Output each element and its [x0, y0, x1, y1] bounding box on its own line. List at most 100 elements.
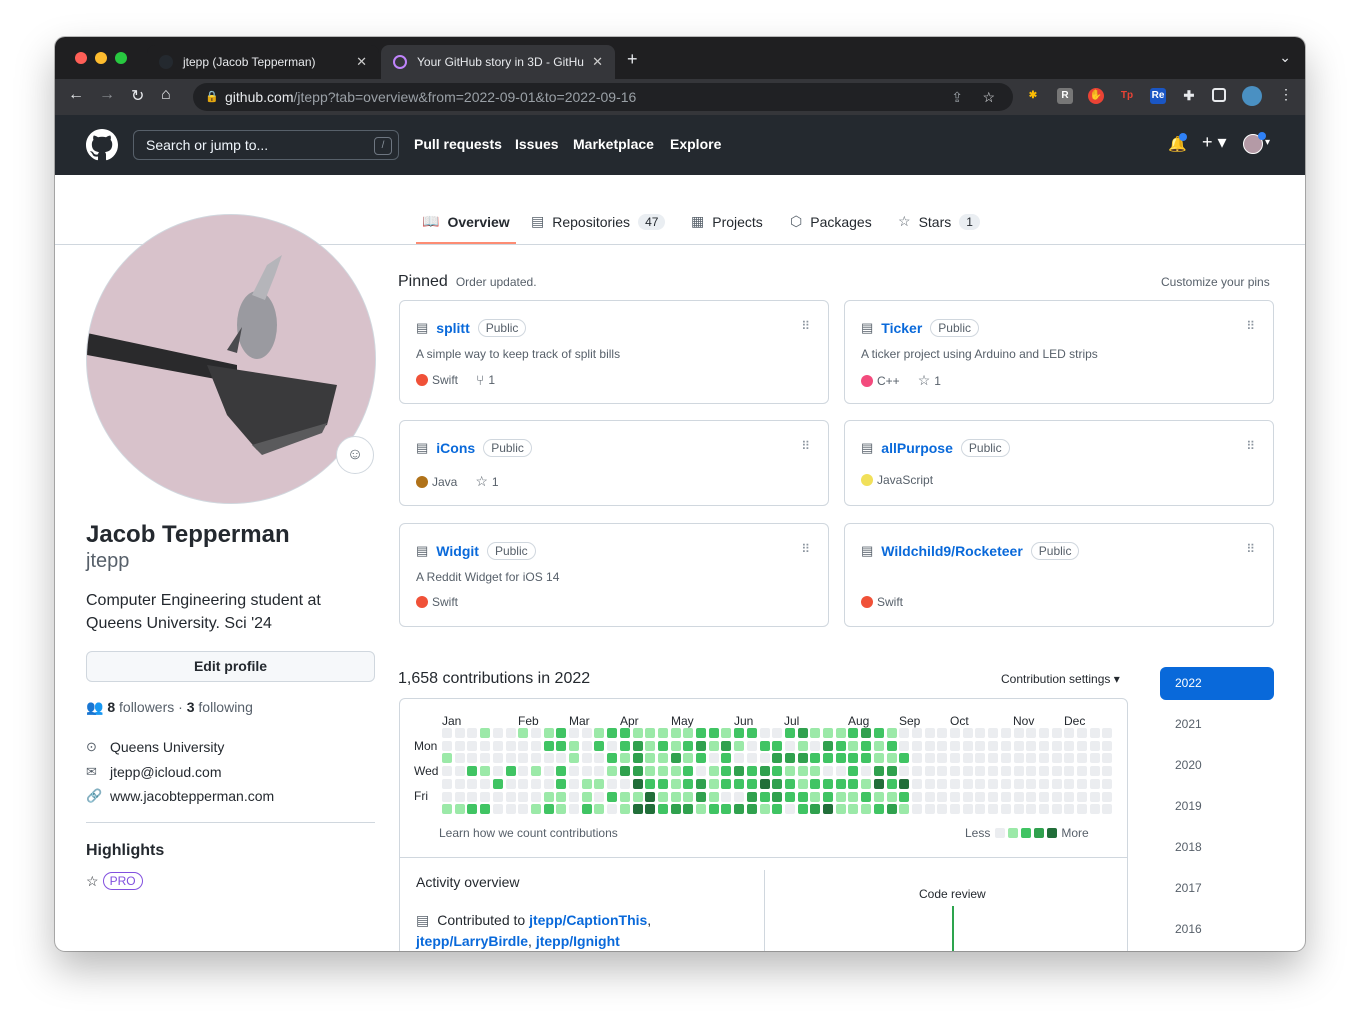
- nav-explore[interactable]: Explore: [670, 136, 721, 152]
- contribution-day-cell[interactable]: [607, 804, 618, 815]
- contribution-day-cell[interactable]: [645, 778, 656, 789]
- contribution-day-cell[interactable]: [975, 753, 986, 764]
- browser-tab-active[interactable]: jtepp (Jacob Tepperman) ✕: [147, 45, 379, 79]
- tab-stars[interactable]: ☆ Stars 1: [898, 213, 980, 230]
- contribution-day-cell[interactable]: [1026, 778, 1037, 789]
- contribution-day-cell[interactable]: [505, 804, 516, 815]
- contribution-day-cell[interactable]: [619, 804, 630, 815]
- contribution-day-cell[interactable]: [823, 740, 833, 751]
- contribution-day-cell[interactable]: [569, 804, 579, 815]
- contribution-day-cell[interactable]: [784, 728, 795, 738]
- github-logo-icon[interactable]: [86, 129, 118, 161]
- contribution-day-cell[interactable]: [1026, 791, 1037, 802]
- contribution-day-cell[interactable]: [569, 766, 579, 777]
- contribution-day-cell[interactable]: [835, 740, 846, 751]
- repo-name-link[interactable]: splitt: [436, 320, 469, 336]
- contribution-day-cell[interactable]: [657, 728, 668, 738]
- contribution-day-cell[interactable]: [810, 804, 821, 815]
- tab-search-chevron-icon[interactable]: ⌄: [1279, 49, 1291, 66]
- contribution-day-cell[interactable]: [759, 740, 770, 751]
- contribution-day-cell[interactable]: [530, 740, 541, 751]
- contribution-day-cell[interactable]: [1077, 791, 1087, 802]
- contribution-day-cell[interactable]: [950, 791, 960, 802]
- contribution-day-cell[interactable]: [454, 728, 465, 738]
- contribution-day-cell[interactable]: [772, 753, 783, 764]
- contribution-day-cell[interactable]: [988, 791, 999, 802]
- profile-avatar[interactable]: [86, 214, 376, 504]
- contribution-day-cell[interactable]: [1038, 791, 1049, 802]
- contribution-day-cell[interactable]: [708, 740, 719, 751]
- contribution-day-cell[interactable]: [632, 778, 643, 789]
- contribution-day-cell[interactable]: [581, 804, 592, 815]
- contribution-day-cell[interactable]: [759, 753, 770, 764]
- contribution-day-cell[interactable]: [1089, 728, 1100, 738]
- side-panel-icon[interactable]: [1212, 88, 1226, 102]
- email-row[interactable]: ✉ jtepp@icloud.com: [86, 764, 222, 780]
- contribution-day-cell[interactable]: [886, 791, 897, 802]
- contribution-day-cell[interactable]: [530, 753, 541, 764]
- nav-marketplace[interactable]: Marketplace: [573, 136, 654, 152]
- contribution-day-cell[interactable]: [518, 778, 529, 789]
- nav-issues[interactable]: Issues: [515, 136, 559, 152]
- contribution-day-cell[interactable]: [734, 753, 745, 764]
- contribution-day-cell[interactable]: [1038, 804, 1049, 815]
- pinned-repo-card[interactable]: ▤ splitt Public ⠿ A simple way to keep t…: [399, 300, 829, 404]
- contribution-day-cell[interactable]: [823, 728, 833, 738]
- contribution-day-cell[interactable]: [683, 804, 694, 815]
- contribution-day-cell[interactable]: [1000, 804, 1011, 815]
- contribution-day-cell[interactable]: [975, 791, 986, 802]
- contribution-day-cell[interactable]: [1064, 791, 1075, 802]
- contribution-day-cell[interactable]: [657, 778, 668, 789]
- contribution-day-cell[interactable]: [835, 766, 846, 777]
- contribution-day-cell[interactable]: [543, 778, 554, 789]
- close-window-button[interactable]: [75, 52, 87, 64]
- contribution-day-cell[interactable]: [556, 791, 567, 802]
- contribution-day-cell[interactable]: [1089, 740, 1100, 751]
- contribution-day-cell[interactable]: [1089, 791, 1100, 802]
- contribution-day-cell[interactable]: [1102, 804, 1113, 815]
- contribution-day-cell[interactable]: [454, 766, 465, 777]
- contribution-day-cell[interactable]: [873, 766, 884, 777]
- contribution-day-cell[interactable]: [632, 791, 643, 802]
- contribution-day-cell[interactable]: [1013, 753, 1024, 764]
- reload-icon[interactable]: ↻: [131, 86, 144, 106]
- contribution-day-cell[interactable]: [797, 753, 808, 764]
- contribution-day-cell[interactable]: [835, 753, 846, 764]
- chevron-down-icon[interactable]: ▾: [1265, 137, 1270, 148]
- contribution-day-cell[interactable]: [797, 778, 808, 789]
- contribution-day-cell[interactable]: [543, 728, 554, 738]
- contribution-day-cell[interactable]: [442, 791, 452, 802]
- contribution-day-cell[interactable]: [746, 778, 757, 789]
- contribution-day-cell[interactable]: [784, 778, 795, 789]
- website-row[interactable]: 🔗 www.jacobtepperman.com: [86, 788, 274, 804]
- contribution-day-cell[interactable]: [708, 804, 719, 815]
- contribution-day-cell[interactable]: [467, 753, 478, 764]
- contribution-day-cell[interactable]: [911, 791, 922, 802]
- extensions-puzzle-icon[interactable]: ✚: [1181, 88, 1197, 104]
- contribution-day-cell[interactable]: [937, 728, 948, 738]
- drag-grip-icon[interactable]: ⠿: [1246, 542, 1255, 556]
- contribution-day-cell[interactable]: [530, 778, 541, 789]
- contribution-day-cell[interactable]: [657, 804, 668, 815]
- contribution-day-cell[interactable]: [1102, 766, 1113, 777]
- contribution-day-cell[interactable]: [1077, 778, 1087, 789]
- contribution-day-cell[interactable]: [886, 778, 897, 789]
- contribution-day-cell[interactable]: [581, 753, 592, 764]
- contribution-day-cell[interactable]: [581, 791, 592, 802]
- contribution-day-cell[interactable]: [670, 778, 681, 789]
- contribution-day-cell[interactable]: [530, 804, 541, 815]
- contribution-day-cell[interactable]: [518, 753, 529, 764]
- extension-hand-icon[interactable]: ✋: [1088, 88, 1104, 104]
- contribution-day-cell[interactable]: [454, 740, 465, 751]
- contribution-day-cell[interactable]: [784, 791, 795, 802]
- contribution-day-cell[interactable]: [873, 753, 884, 764]
- contribution-day-cell[interactable]: [899, 766, 910, 777]
- drag-grip-icon[interactable]: ⠿: [1246, 319, 1255, 333]
- repo-link[interactable]: jtepp/Ignight: [536, 933, 620, 949]
- contribution-day-cell[interactable]: [442, 778, 452, 789]
- contribution-day-cell[interactable]: [480, 728, 491, 738]
- contribution-day-cell[interactable]: [480, 778, 491, 789]
- pinned-repo-card[interactable]: ▤ allPurpose Public ⠿ JavaScript: [844, 420, 1274, 506]
- year-filter-2018[interactable]: 2018: [1160, 831, 1274, 864]
- forward-arrow-icon[interactable]: →: [99, 86, 115, 104]
